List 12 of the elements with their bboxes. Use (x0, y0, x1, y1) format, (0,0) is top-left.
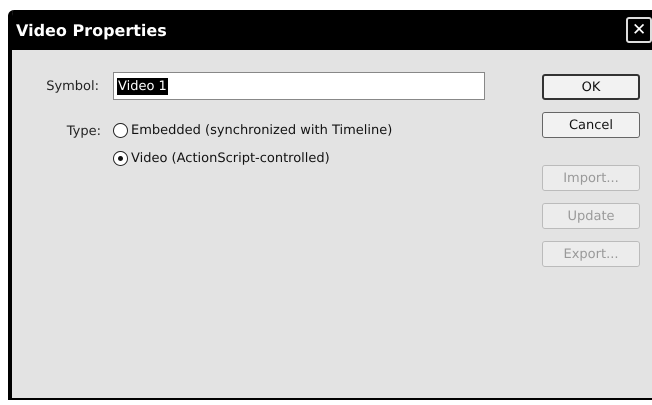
radio-label: Video (ActionScript-controlled) (131, 151, 330, 166)
symbol-label: Symbol: (45, 78, 99, 94)
symbol-value: Video 1 (117, 78, 168, 94)
radio-option[interactable]: Video (ActionScript-controlled) (113, 151, 392, 166)
window-title: Video Properties (16, 20, 167, 40)
radio-button[interactable] (113, 151, 128, 166)
close-button[interactable]: ✕ (626, 17, 652, 43)
dialog-button[interactable]: Cancel (542, 112, 640, 138)
dialog-button[interactable]: OK (542, 74, 640, 100)
type-label: Type: (66, 123, 101, 141)
symbol-field[interactable]: Video 1 (113, 72, 485, 100)
radio-button[interactable] (113, 123, 128, 138)
